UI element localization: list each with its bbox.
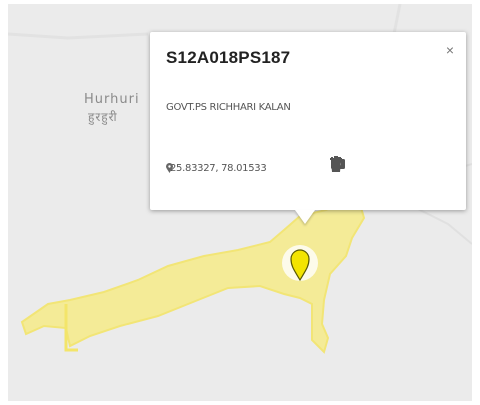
coordinates-row: 25.83327, 78.01533 xyxy=(166,163,267,174)
map-canvas[interactable]: Hurhuri हुरहुरी S12A018PS187 × GOVT.PS R… xyxy=(8,4,472,401)
close-icon[interactable]: × xyxy=(446,42,454,58)
place-label-hindi: हुरहुरी xyxy=(88,110,118,124)
place-label-english: Hurhuri xyxy=(84,92,140,107)
road-line xyxy=(8,32,149,40)
popup-description: GOVT.PS RICHHARI KALAN xyxy=(166,102,291,113)
popup-title: S12A018PS187 xyxy=(166,48,291,67)
photo-button[interactable] xyxy=(331,156,396,174)
popup-actions xyxy=(330,156,446,174)
road-line xyxy=(407,203,472,245)
info-popup: S12A018PS187 × GOVT.PS RICHHARI KALAN 25… xyxy=(150,32,466,224)
edit-button[interactable] xyxy=(332,156,371,174)
coordinates-text: 25.83327, 78.01533 xyxy=(170,163,267,174)
delete-button[interactable] xyxy=(330,156,446,174)
popup-pointer xyxy=(295,210,315,224)
split-button[interactable] xyxy=(331,156,421,174)
